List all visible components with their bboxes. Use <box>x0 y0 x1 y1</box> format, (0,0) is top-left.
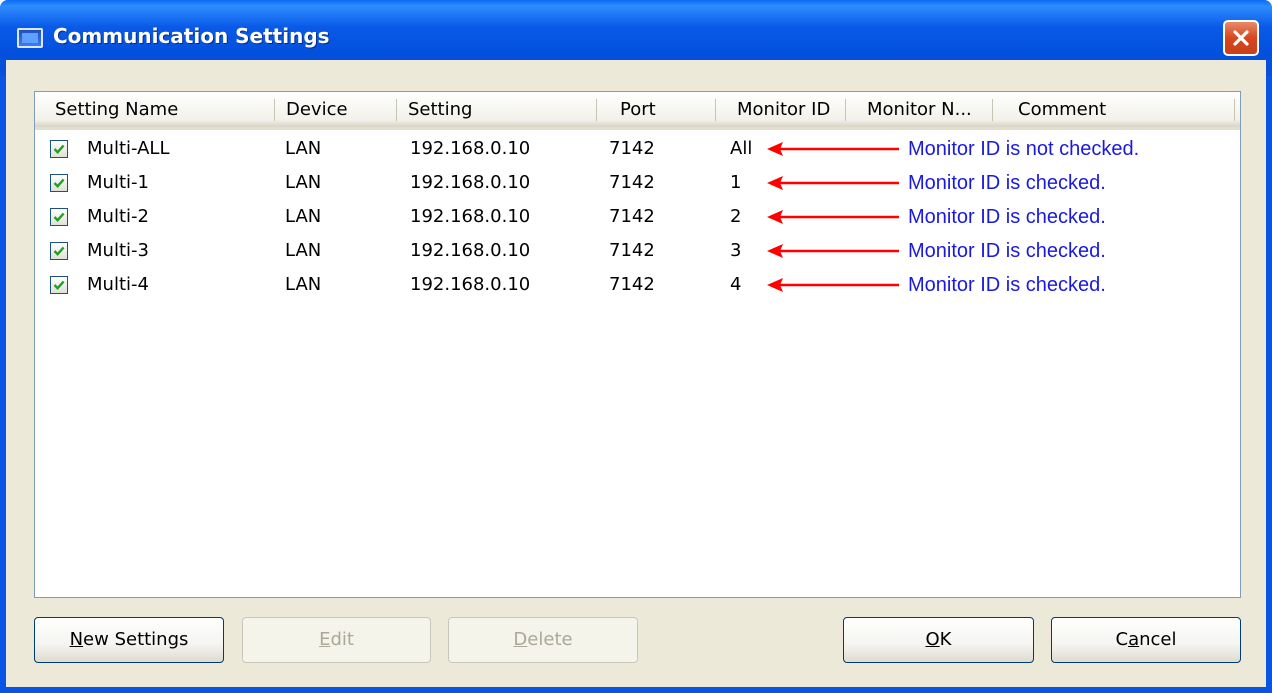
column-divider[interactable] <box>1234 99 1235 121</box>
checkmark-icon <box>53 178 65 188</box>
ok-button[interactable]: OK <box>843 617 1034 663</box>
table-row[interactable]: Multi-ALL LAN 192.168.0.10 7142 All Monitor I… <box>35 132 1240 166</box>
cell-monitor-id: 2 <box>730 206 742 227</box>
cell-setting: 192.168.0.10 <box>410 138 531 159</box>
column-header-port[interactable]: Port <box>620 92 656 127</box>
column-divider[interactable] <box>274 99 275 121</box>
cell-setting-name: Multi-4 <box>87 274 149 295</box>
red-arrow-icon <box>767 278 899 292</box>
checkmark-icon <box>53 280 65 290</box>
column-header-setting-name[interactable]: Setting Name <box>55 92 178 127</box>
annotation-text: Monitor ID is checked. <box>908 240 1106 262</box>
cell-port: 7142 <box>609 138 655 159</box>
delete-label: Delete <box>513 629 573 650</box>
cell-setting: 192.168.0.10 <box>410 206 531 227</box>
cell-device: LAN <box>285 240 322 261</box>
checkmark-icon <box>53 212 65 222</box>
close-button[interactable] <box>1223 20 1259 56</box>
column-header-setting[interactable]: Setting <box>408 92 472 127</box>
cell-port: 7142 <box>609 172 655 193</box>
close-icon <box>1233 30 1249 46</box>
column-header-device[interactable]: Device <box>286 92 348 127</box>
cell-setting-name: Multi-ALL <box>87 138 170 159</box>
column-header-comment[interactable]: Comment <box>1018 92 1106 127</box>
red-arrow-icon <box>767 244 899 258</box>
red-arrow-icon <box>767 210 899 224</box>
cell-setting-name: Multi-1 <box>87 172 149 193</box>
cell-monitor-id: 1 <box>730 172 742 193</box>
column-divider[interactable] <box>845 99 846 121</box>
cell-monitor-id: 4 <box>730 274 742 295</box>
cell-port: 7142 <box>609 274 655 295</box>
cell-port: 7142 <box>609 240 655 261</box>
new-settings-label: New Settings <box>69 629 189 650</box>
column-divider[interactable] <box>992 99 993 121</box>
cancel-label: Cancel <box>1115 629 1177 650</box>
cell-device: LAN <box>285 274 322 295</box>
red-arrow-icon <box>767 142 899 156</box>
table-row[interactable]: Multi-1 LAN 192.168.0.10 7142 1 Monitor ID is… <box>35 166 1240 200</box>
delete-button[interactable]: Delete <box>448 617 638 663</box>
window-icon <box>17 28 43 48</box>
red-arrow-icon <box>767 176 899 190</box>
cell-setting-name: Multi-2 <box>87 206 149 227</box>
cell-device: LAN <box>285 172 322 193</box>
edit-label: Edit <box>319 629 354 650</box>
cell-setting: 192.168.0.10 <box>410 172 531 193</box>
column-divider[interactable] <box>596 99 597 121</box>
cell-setting-name: Multi-3 <box>87 240 149 261</box>
settings-list[interactable]: Setting Name Device Setting Port Monitor… <box>34 91 1241 598</box>
new-settings-button[interactable]: New Settings <box>34 617 224 663</box>
edit-button[interactable]: Edit <box>242 617 431 663</box>
row-checkbox[interactable] <box>50 174 68 192</box>
window-title: Communication Settings <box>53 24 330 48</box>
table-row[interactable]: Multi-3 LAN 192.168.0.10 7142 3 Monitor ID is… <box>35 234 1240 268</box>
cancel-button[interactable]: Cancel <box>1051 617 1241 663</box>
table-row[interactable]: Multi-4 LAN 192.168.0.10 7142 4 Monitor ID is… <box>35 268 1240 302</box>
column-divider[interactable] <box>396 99 397 121</box>
table-row[interactable]: Multi-2 LAN 192.168.0.10 7142 2 Monitor ID is… <box>35 200 1240 234</box>
checkmark-icon <box>53 144 65 154</box>
list-header: Setting Name Device Setting Port Monitor… <box>35 92 1240 130</box>
ok-label: OK <box>925 629 952 650</box>
annotation-text: Monitor ID is checked. <box>908 172 1106 194</box>
cell-device: LAN <box>285 206 322 227</box>
cell-monitor-id: All <box>730 138 753 159</box>
row-checkbox[interactable] <box>50 276 68 294</box>
annotation-text: Monitor ID is checked. <box>908 206 1106 228</box>
column-header-monitor-name[interactable]: Monitor N... <box>867 92 972 127</box>
row-checkbox[interactable] <box>50 208 68 226</box>
row-checkbox[interactable] <box>50 242 68 260</box>
column-divider[interactable] <box>715 99 716 121</box>
annotation-text: Monitor ID is checked. <box>908 274 1106 296</box>
annotation-text: Monitor ID is not checked. <box>908 138 1140 160</box>
column-header-monitor-id[interactable]: Monitor ID <box>737 92 830 127</box>
cell-device: LAN <box>285 138 322 159</box>
row-checkbox[interactable] <box>50 140 68 158</box>
cell-monitor-id: 3 <box>730 240 742 261</box>
cell-setting: 192.168.0.10 <box>410 274 531 295</box>
cell-setting: 192.168.0.10 <box>410 240 531 261</box>
checkmark-icon <box>53 246 65 256</box>
cell-port: 7142 <box>609 206 655 227</box>
